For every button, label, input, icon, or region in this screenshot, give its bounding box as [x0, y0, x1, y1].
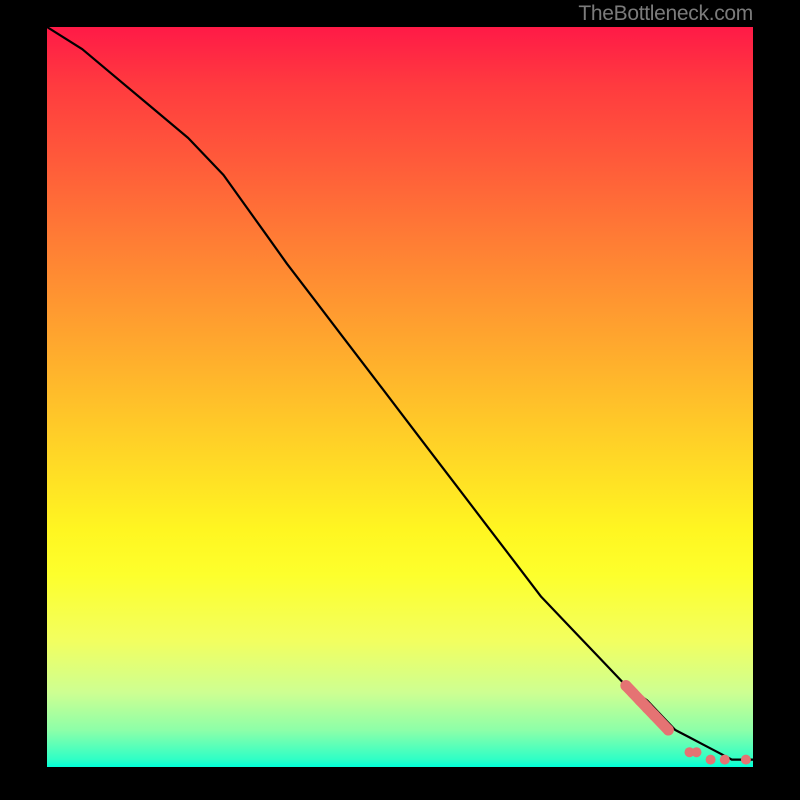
plot-area	[47, 27, 753, 767]
watermark-text: TheBottleneck.com	[578, 2, 753, 26]
highlight-markers	[620, 680, 751, 765]
chart-frame: TheBottleneck.com	[0, 0, 800, 800]
curve-line	[47, 27, 753, 760]
chart-overlay	[47, 27, 753, 767]
marker-point	[720, 755, 730, 765]
marker-point	[663, 725, 674, 736]
marker-point	[649, 710, 660, 721]
marker-point	[692, 747, 702, 757]
marker-point	[741, 755, 751, 765]
marker-point	[706, 755, 716, 765]
